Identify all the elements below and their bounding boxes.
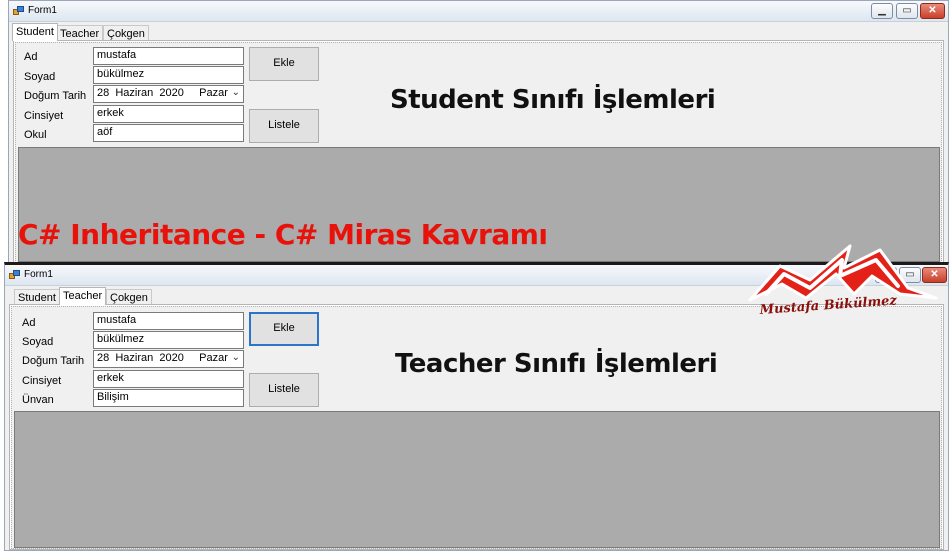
page-heading: Student Sınıfı İşlemleri: [390, 85, 716, 115]
ekle-button[interactable]: Ekle: [249, 47, 319, 81]
ad-label: Ad: [24, 51, 38, 63]
ad-input[interactable]: mustafa: [93, 47, 244, 65]
date-value: 28 Haziran 2020 Pazar: [97, 352, 228, 364]
chevron-down-icon[interactable]: ⌄: [232, 87, 240, 98]
soyad-label: Soyad: [24, 71, 56, 83]
dogum-tarih-label: Doğum Tarih: [22, 355, 85, 367]
tab-teacher[interactable]: Teacher: [56, 25, 104, 41]
cinsiyet-label: Cinsiyet: [24, 110, 64, 122]
cinsiyet-input[interactable]: erkek: [93, 105, 244, 123]
tab-cokgen[interactable]: Çokgen: [106, 289, 152, 305]
ad-label: Ad: [22, 317, 36, 329]
page-heading: Teacher Sınıfı İşlemleri: [395, 349, 718, 379]
window-title: Form1: [24, 269, 53, 280]
date-value: 28 Haziran 2020 Pazar: [97, 87, 228, 99]
data-grid[interactable]: [14, 411, 940, 548]
soyad-label: Soyad: [22, 336, 54, 348]
dogum-tarih-picker[interactable]: 28 Haziran 2020 Pazar ⌄: [93, 85, 244, 103]
chevron-down-icon[interactable]: ⌄: [232, 352, 240, 363]
title-bar[interactable]: Form1 ▁ ▭ ✕: [9, 1, 948, 22]
maximize-icon[interactable]: ▭: [896, 3, 918, 19]
ad-input[interactable]: mustafa: [93, 312, 244, 330]
dogum-tarih-picker[interactable]: 28 Haziran 2020 Pazar ⌄: [93, 350, 244, 368]
soyad-input[interactable]: bükülmez: [93, 66, 244, 84]
banner-title: C# Inheritance - C# Miras Kavramı: [18, 218, 548, 251]
close-icon[interactable]: ✕: [920, 3, 945, 19]
ekle-button[interactable]: Ekle: [249, 312, 319, 346]
okul-input[interactable]: aöf: [93, 124, 244, 142]
tab-student[interactable]: Student: [14, 289, 60, 305]
unvan-input[interactable]: Bilişim: [93, 389, 244, 407]
tab-student[interactable]: Student: [12, 23, 58, 41]
tab-page-teacher: Ad mustafa Soyad bükülmez Doğum Tarih 28…: [9, 304, 944, 550]
app-icon: [9, 270, 20, 280]
window-title: Form1: [28, 5, 57, 16]
cinsiyet-label: Cinsiyet: [22, 375, 62, 387]
app-icon: [13, 6, 24, 16]
unvan-label: Ünvan: [22, 394, 54, 406]
svg-text:Mustafa Bükülmez: Mustafa Bükülmez: [758, 293, 898, 318]
minimize-icon[interactable]: ▁: [871, 3, 893, 19]
soyad-input[interactable]: bükülmez: [93, 331, 244, 349]
dogum-tarih-label: Doğum Tarih: [24, 90, 87, 102]
cinsiyet-input[interactable]: erkek: [93, 370, 244, 388]
tab-teacher[interactable]: Teacher: [59, 287, 107, 305]
okul-label: Okul: [24, 129, 47, 141]
listele-button[interactable]: Listele: [249, 109, 319, 143]
tab-cokgen[interactable]: Çokgen: [103, 25, 149, 41]
listele-button[interactable]: Listele: [249, 373, 319, 407]
signature-logo: Mustafa Bükülmez: [748, 244, 938, 318]
